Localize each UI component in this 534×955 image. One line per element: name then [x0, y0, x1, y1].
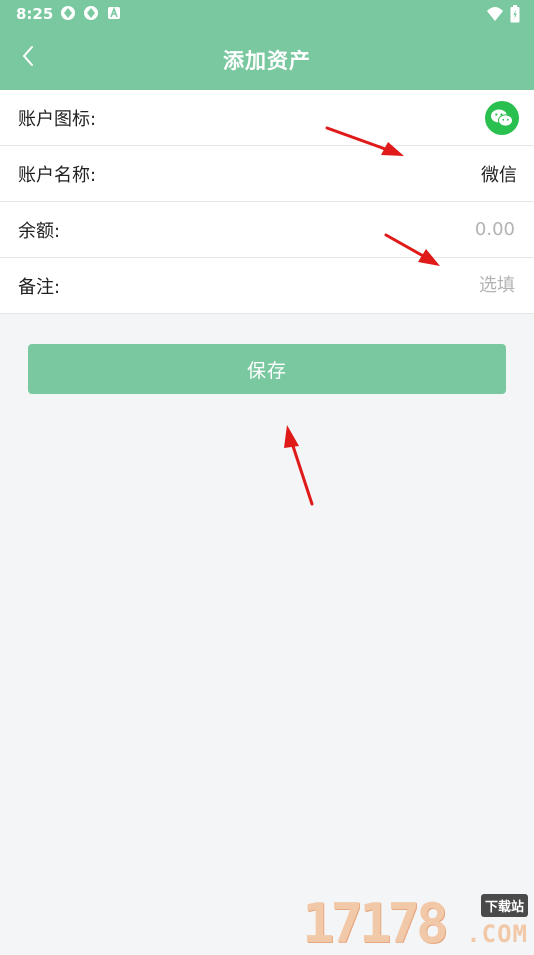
account-icon-label: 账户图标: — [18, 108, 97, 130]
sync-icon — [60, 5, 76, 21]
status-icons-right — [486, 5, 520, 27]
account-name-row[interactable]: 账户名称: 微信 — [0, 146, 534, 202]
wechat-icon[interactable] — [485, 100, 519, 135]
page-title: 添加资产 — [223, 49, 311, 73]
a-badge-icon — [106, 5, 122, 21]
note-row[interactable]: 备注: — [0, 258, 534, 314]
watermark-tag: 下载站 — [480, 894, 528, 917]
balance-label: 余额: — [18, 220, 61, 242]
wifi-icon — [486, 6, 504, 26]
note-input[interactable] — [273, 274, 517, 297]
account-name-value[interactable]: 微信 — [481, 161, 517, 187]
asset-form: 账户图标: 账户名称: 微信 余额: 备注: — [0, 90, 534, 314]
status-time: 8:25 — [16, 5, 54, 23]
site-watermark: 17178 下载站 .COM — [302, 892, 530, 955]
balance-row[interactable]: 余额: — [0, 202, 534, 258]
save-button[interactable]: 保存 — [28, 344, 506, 394]
battery-icon — [510, 5, 520, 27]
balance-input[interactable] — [273, 218, 517, 241]
account-icon-row[interactable]: 账户图标: — [0, 90, 534, 146]
sync-icon — [83, 5, 99, 21]
annotation-arrow-icon — [284, 425, 314, 506]
status-bar: 8:25 — [0, 0, 534, 28]
watermark-suffix: .COM — [466, 920, 528, 948]
app-bar: 添加资产 — [0, 28, 534, 90]
status-icons-left — [60, 5, 122, 21]
note-label: 备注: — [18, 276, 61, 298]
watermark-digits: 17178 — [302, 892, 449, 955]
account-name-label: 账户名称: — [18, 164, 97, 186]
